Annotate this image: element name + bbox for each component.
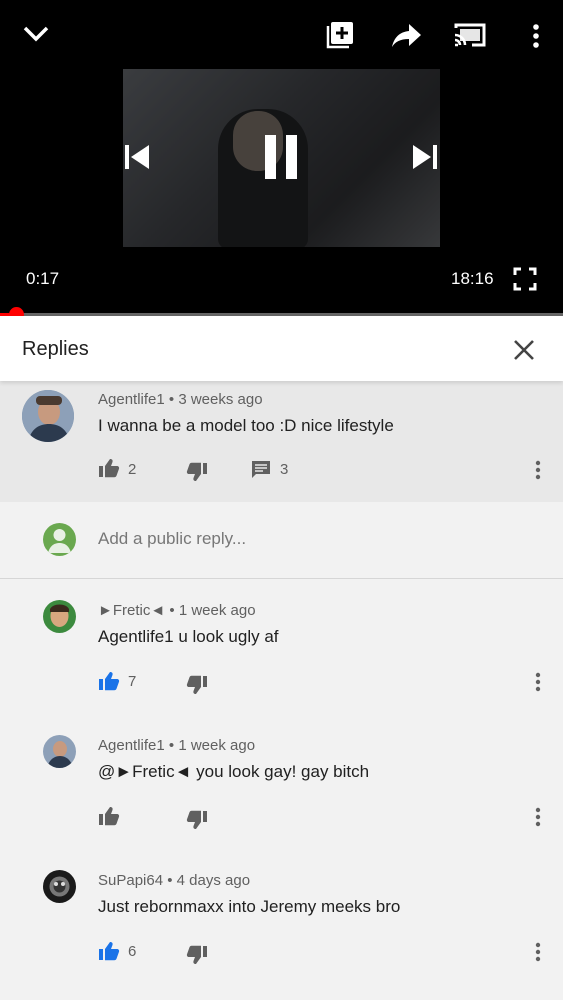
reply-item: ►Fretic◄ • 1 week ago Agentlife1 u look u… <box>0 590 563 710</box>
avatar[interactable] <box>43 600 76 633</box>
reply-count: 3 <box>280 461 289 478</box>
reply-item: SuPapi64 • 4 days ago Just rebornmaxx int… <box>0 860 563 980</box>
add-reply-row[interactable]: Add a public reply... <box>0 502 563 579</box>
chevron-down-icon[interactable] <box>20 20 52 48</box>
next-icon[interactable] <box>410 142 440 172</box>
reply-item: Agentlife1 • 1 week ago @►Fretic◄ you loo… <box>0 725 563 845</box>
current-time: 0:17 <box>26 269 60 288</box>
comment-meta: SuPapi64 • 4 days ago <box>98 872 250 889</box>
dislike-icon[interactable] <box>185 944 209 966</box>
comment-author[interactable]: ►Fretic◄ <box>98 602 165 619</box>
like-count: 2 <box>128 461 137 478</box>
video-player[interactable]: 0:17 18:16 <box>0 0 563 316</box>
previous-icon[interactable] <box>122 142 152 172</box>
like-count: 7 <box>128 673 137 690</box>
comment-more-icon[interactable] <box>532 941 544 963</box>
comment-more-icon[interactable] <box>532 671 544 693</box>
like-icon[interactable] <box>97 805 121 827</box>
reply-input[interactable]: Add a public reply... <box>98 529 246 549</box>
avatar[interactable] <box>22 390 74 442</box>
like-icon[interactable] <box>97 670 121 692</box>
comment-author[interactable]: Agentlife1 <box>98 391 165 408</box>
dislike-icon[interactable] <box>185 809 209 831</box>
comment-author[interactable]: SuPapi64 <box>98 872 163 889</box>
comment-time: 1 week ago <box>178 602 256 619</box>
comment-time: 1 week ago <box>178 737 256 754</box>
comment-more-icon[interactable] <box>532 459 544 481</box>
dislike-icon[interactable] <box>185 461 209 483</box>
meta-separator: • <box>168 391 175 408</box>
parent-comment: Agentlife1 • 3 weeks ago I wanna be a mo… <box>0 381 563 502</box>
dislike-icon[interactable] <box>185 674 209 696</box>
comment-text: Agentlife1 u look ugly af <box>98 627 279 646</box>
user-avatar-icon <box>43 523 76 556</box>
avatar[interactable] <box>43 735 76 768</box>
replies-header: Replies <box>0 316 563 381</box>
comment-text: I wanna be a model too :D nice lifestyle <box>98 416 394 435</box>
like-icon[interactable] <box>97 457 121 479</box>
comment-text: Just rebornmaxx into Jeremy meeks bro <box>98 897 401 916</box>
like-count: 6 <box>128 943 137 960</box>
meta-separator: • <box>169 602 175 619</box>
replies-title: Replies <box>22 338 89 360</box>
comment-time: 4 days ago <box>176 872 251 889</box>
comment-text: @►Fretic◄ you look gay! gay bitch <box>98 762 370 781</box>
add-to-playlist-icon[interactable] <box>325 20 355 50</box>
more-vert-icon[interactable] <box>526 22 546 50</box>
meta-separator: • <box>168 737 175 754</box>
comment-more-icon[interactable] <box>532 806 544 828</box>
close-icon[interactable] <box>510 336 538 364</box>
comment-meta: Agentlife1 • 1 week ago <box>98 737 255 754</box>
avatar[interactable] <box>43 870 76 903</box>
comment-meta: ►Fretic◄ • 1 week ago <box>98 602 256 619</box>
comment-time: 3 weeks ago <box>178 391 263 408</box>
reply-icon[interactable] <box>250 459 272 481</box>
pause-icon[interactable] <box>258 132 304 182</box>
duration: 18:16 <box>451 269 494 288</box>
share-icon[interactable] <box>390 20 424 50</box>
comment-author[interactable]: Agentlife1 <box>98 737 165 754</box>
comment-meta: Agentlife1 • 3 weeks ago <box>98 391 263 408</box>
cast-icon[interactable] <box>452 20 488 50</box>
fullscreen-icon[interactable] <box>512 266 538 292</box>
meta-separator: • <box>167 872 173 889</box>
like-icon[interactable] <box>97 940 121 962</box>
